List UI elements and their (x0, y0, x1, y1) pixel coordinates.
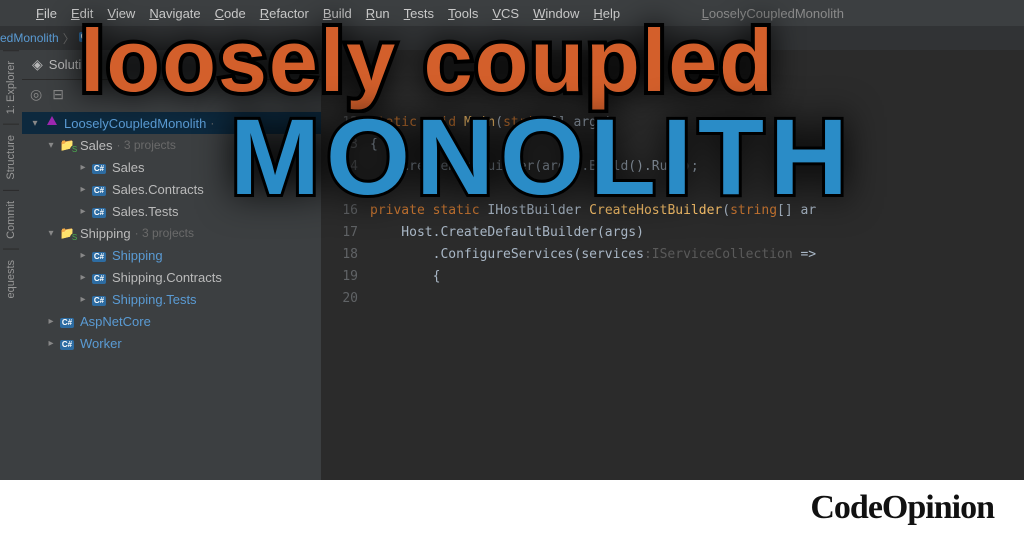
tree-project[interactable]: ▸C# Shipping.Contracts (22, 266, 321, 288)
chevron-down-icon[interactable]: ▾ (28, 118, 42, 129)
tree-project[interactable]: ▸C# Shipping.Tests (22, 288, 321, 310)
tool-commit[interactable]: Commit (3, 190, 19, 249)
tree-folder-sales[interactable]: ▾ 📁 Sales · 3 projects (22, 134, 321, 156)
menu-window[interactable]: Window (533, 6, 579, 21)
csharp-icon: C# (90, 292, 108, 307)
solution-icon: ◈ (32, 56, 43, 73)
menu-help[interactable]: Help (593, 6, 620, 21)
explorer-header: ◈ Soluti (22, 50, 321, 80)
footer: CodeOpinion (0, 480, 1024, 536)
folder-label: Shipping (80, 226, 131, 241)
window-title: LooselyCoupledMonolith (702, 6, 844, 21)
chevron-right-icon: 〉 (63, 30, 75, 47)
project-label: Sales (112, 160, 145, 175)
tree-folder-shipping[interactable]: ▾ 📁 Shipping · 3 projects (22, 222, 321, 244)
project-label: Sales.Contracts (112, 182, 204, 197)
project-label: Worker (80, 336, 122, 351)
chevron-right-icon[interactable]: ▸ (76, 272, 90, 283)
solution-icon (42, 115, 60, 132)
folder-label: Sales (80, 138, 113, 153)
breadcrumb-root[interactable]: edMonolith (0, 31, 59, 45)
project-label: Shipping (112, 248, 163, 263)
project-label: Shipping.Tests (112, 292, 197, 307)
project-label: Shipping.Contracts (112, 270, 222, 285)
menu-run[interactable]: Run (366, 6, 390, 21)
csharp-icon: C# (90, 160, 108, 175)
chevron-right-icon[interactable]: ▸ (76, 250, 90, 261)
csharp-icon: C# (79, 32, 93, 42)
tool-structure[interactable]: Structure (3, 124, 19, 190)
chevron-right-icon[interactable]: ▸ (76, 206, 90, 217)
csharp-icon: C# (90, 204, 108, 219)
csharp-icon: C# (90, 182, 108, 197)
menu-file[interactable]: File (36, 6, 57, 21)
project-tree[interactable]: ▾ LooselyCoupledMonolith · ▾ 📁 Sales · 3… (22, 108, 321, 358)
explorer-title: Soluti (49, 57, 82, 72)
tree-project[interactable]: ▸C# Sales.Contracts (22, 178, 321, 200)
explorer-toolbar: ◎ ⊟ (22, 80, 321, 108)
folder-meta: · 3 projects (135, 226, 194, 240)
solution-explorer: ◈ Soluti ◎ ⊟ ▾ LooselyCoupledMonolith · … (22, 50, 322, 480)
main-area: 1: Explorer Structure Commit equests ◈ S… (0, 50, 1024, 480)
csharp-icon: C# (58, 336, 76, 351)
tree-solution-node[interactable]: ▾ LooselyCoupledMonolith · (22, 112, 321, 134)
menu-tests[interactable]: Tests (404, 6, 434, 21)
csharp-icon: C# (58, 314, 76, 329)
chevron-down-icon[interactable]: ▾ (44, 228, 58, 239)
breadcrumb[interactable]: edMonolith 〉 C# (0, 26, 1024, 50)
folder-icon: 📁 (58, 226, 76, 240)
tree-project[interactable]: ▸C# Sales (22, 156, 321, 178)
solution-label: LooselyCoupledMonolith (64, 116, 206, 131)
ide-window: File Edit View Navigate Code Refactor Bu… (0, 0, 1024, 480)
menu-edit[interactable]: Edit (71, 6, 93, 21)
locate-icon[interactable]: ◎ (30, 86, 42, 103)
menu-refactor[interactable]: Refactor (260, 6, 309, 21)
chevron-right-icon[interactable]: ▸ (44, 338, 58, 349)
chevron-right-icon[interactable]: ▸ (76, 184, 90, 195)
brand-logo: CodeOpinion (810, 489, 994, 527)
code-content[interactable]: static void Main(string[] args){ CreateH… (370, 112, 1024, 480)
line-gutter: 121314151617181920 (322, 112, 370, 480)
tree-project-aspnetcore[interactable]: ▸C# AspNetCore (22, 310, 321, 332)
left-tool-strip: 1: Explorer Structure Commit equests (0, 50, 22, 480)
code-editor[interactable]: 121314151617181920 static void Main(stri… (322, 50, 1024, 480)
chevron-right-icon[interactable]: ▸ (44, 316, 58, 327)
menu-view[interactable]: View (107, 6, 135, 21)
folder-meta: · 3 projects (117, 138, 176, 152)
menu-vcs[interactable]: VCS (492, 6, 519, 21)
collapse-icon[interactable]: ⊟ (52, 86, 64, 103)
tree-project[interactable]: ▸C# Sales.Tests (22, 200, 321, 222)
tool-explorer[interactable]: 1: Explorer (3, 50, 19, 124)
project-label: AspNetCore (80, 314, 151, 329)
csharp-icon: C# (90, 248, 108, 263)
tree-project-worker[interactable]: ▸C# Worker (22, 332, 321, 354)
menu-navigate[interactable]: Navigate (149, 6, 200, 21)
tree-project[interactable]: ▸C# Shipping (22, 244, 321, 266)
project-label: Sales.Tests (112, 204, 178, 219)
menubar: File Edit View Navigate Code Refactor Bu… (0, 0, 1024, 26)
folder-icon: 📁 (58, 138, 76, 152)
chevron-right-icon[interactable]: ▸ (76, 162, 90, 173)
menu-tools[interactable]: Tools (448, 6, 478, 21)
csharp-icon: C# (90, 270, 108, 285)
tool-requests[interactable]: equests (3, 249, 19, 309)
chevron-down-icon[interactable]: ▾ (44, 140, 58, 151)
menu-build[interactable]: Build (323, 6, 352, 21)
menu-code[interactable]: Code (215, 6, 246, 21)
chevron-right-icon[interactable]: ▸ (76, 294, 90, 305)
